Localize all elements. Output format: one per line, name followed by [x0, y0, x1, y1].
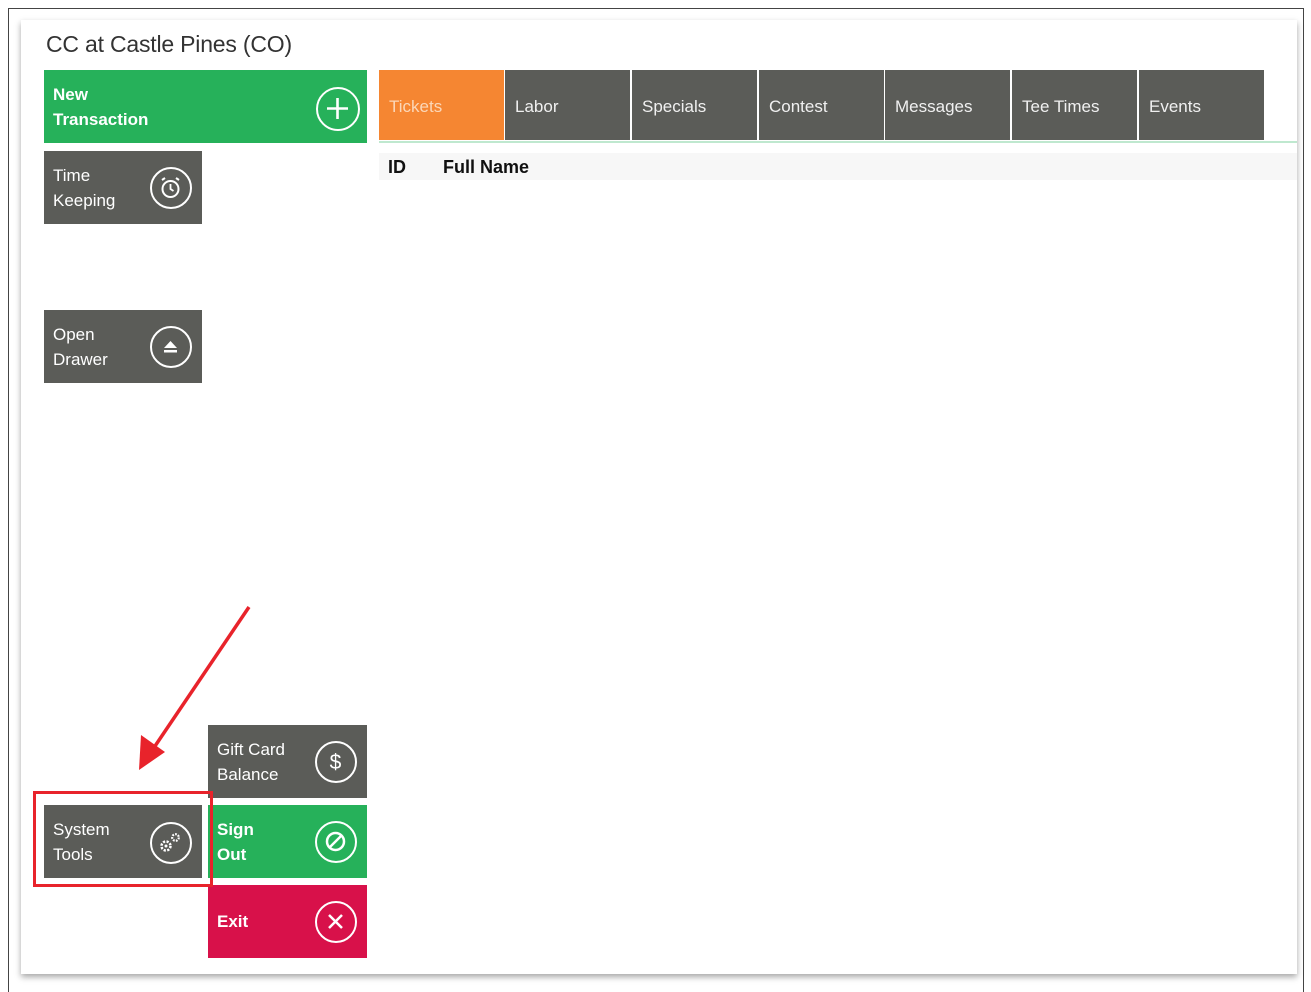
open-drawer-button[interactable]: Open Drawer	[44, 310, 202, 383]
system-tools-button[interactable]: System Tools	[44, 805, 202, 878]
open-drawer-label: Open Drawer	[53, 325, 108, 369]
system-tools-label: System Tools	[53, 820, 110, 864]
tickets-table-header: ID Full Name	[379, 153, 1297, 180]
gift-card-balance-label: Gift Card Balance	[217, 740, 286, 784]
tab-tee-times[interactable]: Tee Times	[1012, 70, 1137, 140]
column-header-id[interactable]: ID	[388, 157, 406, 178]
tab-specials[interactable]: Specials	[632, 70, 757, 140]
tab-labor[interactable]: Labor	[505, 70, 630, 140]
tab-events[interactable]: Events	[1139, 70, 1264, 140]
time-keeping-label: Time Keeping	[53, 166, 116, 210]
tab-contest[interactable]: Contest	[759, 70, 884, 140]
sign-out-label: Sign Out	[217, 820, 254, 864]
exit-button[interactable]: Exit	[208, 885, 367, 958]
time-keeping-button[interactable]: Time Keeping	[44, 151, 202, 224]
sign-out-button[interactable]: Sign Out	[208, 805, 367, 878]
column-header-full-name[interactable]: Full Name	[443, 157, 529, 178]
tab-tickets[interactable]: Tickets	[379, 70, 504, 140]
tab-messages[interactable]: Messages	[885, 70, 1010, 140]
new-transaction-label: New Transaction	[53, 85, 149, 129]
gift-card-balance-button[interactable]: Gift Card Balance	[208, 725, 367, 798]
tab-underline	[379, 141, 1297, 143]
new-transaction-button[interactable]: New Transaction	[44, 70, 367, 143]
exit-label: Exit	[217, 912, 249, 931]
app-title: CC at Castle Pines (CO)	[46, 31, 292, 57]
